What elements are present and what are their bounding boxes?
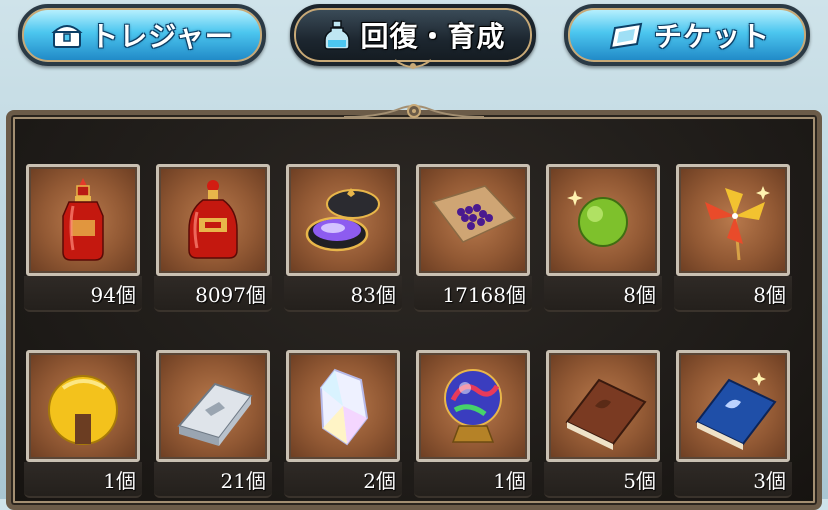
item-count: 2個 (363, 468, 396, 493)
ticket-icon (609, 22, 643, 50)
item-slot-silver-ingot[interactable]: 21個 (154, 350, 272, 498)
item-count: 8097個 (195, 282, 266, 307)
item-slot-half-elixir[interactable]: 8097個 (154, 164, 272, 312)
item-slot-gold-moon[interactable]: 1個 (24, 350, 142, 498)
tab-label: トレジャー (90, 20, 234, 53)
item-count: 94個 (90, 282, 136, 307)
item-count: 5個 (623, 468, 656, 493)
item-count: 1個 (493, 468, 526, 493)
tab-recovery-growth[interactable]: 回復・育成 (290, 4, 536, 69)
item-slot-blue-book[interactable]: 3個 (674, 350, 792, 498)
soul-berry-box-icon (305, 188, 380, 252)
item-slot-full-elixir[interactable]: 94個 (24, 164, 142, 312)
treasure-chest-icon (51, 25, 83, 48)
item-count: 21個 (220, 468, 266, 493)
item-slot-brown-book[interactable]: 5個 (544, 350, 662, 498)
tab-ticket[interactable]: チケット (564, 4, 810, 66)
silver-ingot-icon (177, 382, 253, 446)
item-count: 17168個 (442, 282, 526, 307)
tab-treasure[interactable]: トレジャー (18, 4, 266, 66)
brown-book-icon (565, 378, 647, 450)
item-slot-green-orb[interactable]: 8個 (544, 164, 662, 312)
panel-top-ornament (344, 104, 484, 118)
tab-label: チケット (653, 20, 770, 53)
gold-moon-icon (48, 375, 118, 445)
soul-seed-icon (431, 185, 517, 243)
item-slot-pinwheel[interactable]: 8個 (674, 164, 792, 312)
potion-bottle-icon (324, 20, 351, 50)
crystal-ball-icon (444, 369, 502, 443)
blue-book-icon (695, 372, 777, 450)
item-slot-crystal[interactable]: 2個 (284, 350, 402, 498)
item-count: 1個 (103, 468, 136, 493)
active-tab-ornament (394, 59, 432, 69)
item-count: 8個 (753, 282, 786, 307)
crystal-icon (319, 368, 369, 446)
item-slot-crystal-ball[interactable]: 1個 (414, 350, 532, 498)
full-elixir-icon (62, 178, 104, 261)
item-count: 83個 (350, 282, 396, 307)
item-slot-soul-berry-box[interactable]: 83個 (284, 164, 402, 312)
green-orb-icon (567, 190, 628, 247)
item-count: 3個 (753, 468, 786, 493)
item-count: 8個 (623, 282, 656, 307)
item-slot-soul-seed[interactable]: 17168個 (414, 164, 532, 312)
tab-label: 回復・育成 (360, 20, 506, 53)
pinwheel-icon (705, 186, 770, 261)
half-elixir-icon (188, 180, 238, 259)
